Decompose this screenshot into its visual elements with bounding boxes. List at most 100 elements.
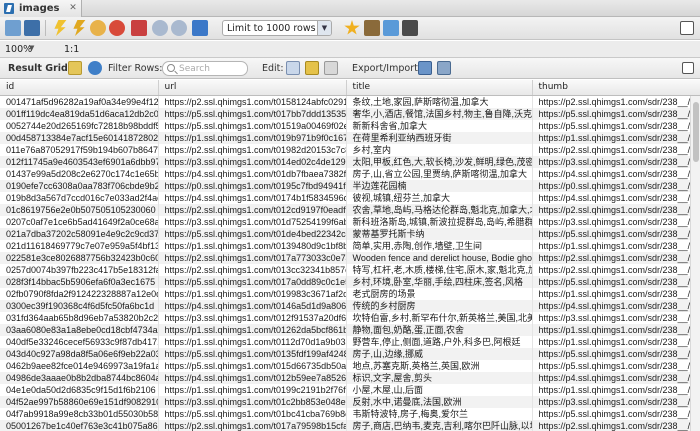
cell-url[interactable]: https://p2.ssl.qhimgs1.com/t01982d20153c…	[158, 143, 347, 156]
cell-id[interactable]: 04f52ae997b58860e69e151df9082910e	[0, 395, 159, 408]
table-row[interactable]: 028f3f14bbac5b5906efa6f0a3ec1675 https://…	[0, 275, 700, 288]
cell-id[interactable]: 001ff119dc4ea819da51d6aca12db2c0	[0, 107, 159, 120]
cell-id[interactable]: 022581e3ce8026887756b32423b0c60f	[0, 251, 159, 264]
cell-title[interactable]: 蒙蒂基罗托斯卡纳	[346, 227, 533, 240]
cell-thumb[interactable]: https://p2.ssl.qhimgs1.com/sdr/238__/t01…	[532, 203, 700, 216]
cell-id[interactable]: 012f11745a9e4603543ef6901a6dbb97	[0, 155, 159, 168]
cell-title[interactable]: 静物,面包,奶酪,蛋,正面,农舍	[346, 323, 533, 336]
filter-rows-search[interactable]: Search	[162, 61, 248, 76]
cell-title[interactable]: 地点,苏塞克斯,英格兰,英国,欧洲	[346, 359, 533, 372]
cell-title[interactable]: 太阳,甲板,红色,大,软长椅,沙发,鲜明,绿色,茂密,...	[346, 155, 533, 168]
cell-thumb[interactable]: https://p2.ssl.qhimgs1.com/sdr/238__/t01…	[532, 263, 700, 276]
open-folder-icon[interactable]	[5, 20, 21, 36]
rollback-icon[interactable]	[171, 20, 187, 36]
cell-thumb[interactable]: https://p5.ssl.qhimgs1.com/sdr/238__/t01…	[532, 107, 700, 120]
side-panel-toggle-icon[interactable]	[682, 62, 694, 74]
table-row[interactable]: 03aa6080e83a1a8ebe0cd18cbf4734a36 https:/…	[0, 323, 700, 336]
save-icon[interactable]	[24, 20, 40, 36]
cell-thumb[interactable]: https://p0.ssl.qhimgs1.com/sdr/238__/t01…	[532, 179, 700, 192]
column-header-url[interactable]: url	[158, 80, 347, 96]
toggle-autocommit-icon[interactable]	[131, 20, 147, 36]
cell-url[interactable]: https://p1.ssl.qhimgs1.com/t0199c2191b2f…	[158, 383, 347, 396]
table-row[interactable]: 001471af5d96282a19af0a34e99e4f12 https://…	[0, 95, 700, 108]
cell-id[interactable]: 04f7ab9918a99e8cb33b01d55030b583	[0, 407, 159, 420]
cell-id[interactable]: 001471af5d96282a19af0a34e99e4f12	[0, 95, 159, 108]
cell-url[interactable]: https://p1.ssl.qhimgs1.com/t019b971b9f0c…	[158, 131, 347, 144]
cell-id[interactable]: 04986de3aaae0b8b2dba8744bc8604af	[0, 371, 159, 384]
cell-title[interactable]: 条纹,土地,家园,萨斯喀彻温,加拿大	[346, 95, 533, 108]
cell-thumb[interactable]: https://p5.ssl.qhimgs1.com/sdr/238__/t01…	[532, 119, 700, 132]
cell-url[interactable]: https://p2.ssl.qhimgs1.com/t0158124abfc0…	[158, 95, 347, 108]
table-row[interactable]: 043d40c927a98da8f5a06e6f9eb22a03 https://…	[0, 347, 700, 360]
cell-url[interactable]: https://p4.ssl.qhimgs1.com/t01db7fbaea73…	[158, 167, 347, 180]
add-row-icon[interactable]	[305, 61, 319, 75]
cell-url[interactable]: https://p2.ssl.qhimgs1.com/t013cc32341b8…	[158, 263, 347, 276]
table-row[interactable]: 0052744e20d265169fc72818b98bddf5 https://…	[0, 119, 700, 132]
column-header-title[interactable]: title	[346, 80, 533, 96]
cell-thumb[interactable]: https://p3.ssl.qhimgs1.com/sdr/238__/t01…	[532, 155, 700, 168]
cell-id[interactable]: 028f3f14bbac5b5906efa6f0a3ec1675	[0, 275, 159, 288]
stop-icon[interactable]	[109, 20, 125, 36]
cell-url[interactable]: https://p2.ssl.qhimgs1.com/t012cd9197f0e…	[158, 203, 347, 216]
table-row[interactable]: 04986de3aaae0b8b2dba8744bc8604af https://…	[0, 371, 700, 384]
column-header-id[interactable]: id	[0, 80, 159, 96]
cell-thumb[interactable]: https://p5.ssl.qhimgs1.com/sdr/238__/t01…	[532, 227, 700, 240]
table-row[interactable]: 021d11618469779c7e07e959a5f4bf13 https://…	[0, 239, 700, 252]
cell-title[interactable]: 简单,实用,赤陶,创作,墙壁,卫生间	[346, 239, 533, 252]
result-grid-label[interactable]: Result Grid	[8, 63, 68, 74]
cell-thumb[interactable]: https://p1.ssl.qhimgs1.com/sdr/238__/t01…	[532, 131, 700, 144]
cell-url[interactable]: https://p3.ssl.qhimgs1.com/t01c2bb853e04…	[158, 395, 347, 408]
cell-thumb[interactable]: https://p3.ssl.qhimgs1.com/sdr/238__/t01…	[532, 395, 700, 408]
table-row[interactable]: 031fd364aab65b8d96eb7a53820b2c20 https://…	[0, 311, 700, 324]
cell-id[interactable]: 00d458713384e7acf15e60141872802c9	[0, 131, 159, 144]
table-row[interactable]: 012f11745a9e4603543ef6901a6dbb97 https://…	[0, 155, 700, 168]
cell-url[interactable]: https://p3.ssl.qhimgs1.com/t014ed02c4de1…	[158, 155, 347, 168]
cell-url[interactable]: https://p4.ssl.qhimgs1.com/t0174b1f58345…	[158, 191, 347, 204]
cell-thumb[interactable]: https://p3.ssl.qhimgs1.com/sdr/238__/t01…	[532, 215, 700, 228]
table-row[interactable]: 011e76a87052917f59b194b607b8647d https://…	[0, 143, 700, 156]
cell-id[interactable]: 0190efe7cc6308a0aa783f706cbde9b2	[0, 179, 159, 192]
column-header-thumb[interactable]: thumb	[532, 80, 700, 96]
cell-id[interactable]: 01c8619756e2e0b507505105230060	[0, 203, 159, 216]
cell-thumb[interactable]: https://p5.ssl.qhimgs1.com/sdr/238__/t01…	[532, 275, 700, 288]
table-row[interactable]: 04f52ae997b58860e69e151df9082910e https:/…	[0, 395, 700, 408]
cell-url[interactable]: https://p3.ssl.qhimgs1.com/t012f91537a20…	[158, 311, 347, 324]
cell-thumb[interactable]: https://p3.ssl.qhimgs1.com/sdr/238__/t01…	[532, 311, 700, 324]
cell-title[interactable]: 在荷里希利亚纳西班牙街	[346, 131, 533, 144]
cell-url[interactable]: https://p1.ssl.qhimgs1.com/t0139480d9c1b…	[158, 239, 347, 252]
cell-title[interactable]: 韦斯特波特,房子,梅奥,爱尔兰	[346, 407, 533, 420]
cell-url[interactable]: https://p4.ssl.qhimgs1.com/t0146a5d1d9a8…	[158, 299, 347, 312]
cell-title[interactable]: Wooden fence and derelict house, Bodie g…	[346, 251, 533, 264]
table-row[interactable]: 0462b9aee82fce014e9469973a19fa1af https:/…	[0, 359, 700, 372]
cell-title[interactable]: 半边莲花园楠	[346, 179, 533, 192]
table-row[interactable]: 019b8d3a567d7ccd016c7e033ad2f4ac https://…	[0, 191, 700, 204]
table-row[interactable]: 001ff119dc4ea819da51d6aca12db2c0 https://…	[0, 107, 700, 120]
table-row[interactable]: 021a7dba37202c58091e4e9c2c9cd374 https://…	[0, 227, 700, 240]
cell-url[interactable]: https://p2.ssl.qhimgs1.com/t017a773033c0…	[158, 251, 347, 264]
grid-view-icon[interactable]	[68, 61, 82, 75]
cell-title[interactable]: 房子,山,边缘,挪威	[346, 347, 533, 360]
commit-icon[interactable]	[152, 20, 168, 36]
table-row[interactable]: 040df5e33246cecef56933c9f87db4171 https:/…	[0, 335, 700, 348]
cell-thumb[interactable]: https://p2.ssl.qhimgs1.com/sdr/238__/t01…	[532, 251, 700, 264]
cell-url[interactable]: https://p5.ssl.qhimgs1.com/t01519a00469f…	[158, 119, 347, 132]
cell-thumb[interactable]: https://p2.ssl.qhimgs1.com/sdr/238__/t01…	[532, 143, 700, 156]
cell-thumb[interactable]: https://p1.ssl.qhimgs1.com/sdr/238__/t01…	[532, 287, 700, 300]
table-row[interactable]: 04e1e0da50d2d6835c9f15d1f6b2106 https://p…	[0, 383, 700, 396]
refresh-icon[interactable]	[88, 61, 102, 75]
cell-title[interactable]: 野营车,停止,侧面,道路,户外,科多巴,阿根廷	[346, 335, 533, 348]
cell-id[interactable]: 0462b9aee82fce014e9469973a19fa1af	[0, 359, 159, 372]
cell-url[interactable]: https://p5.ssl.qhimgs1.com/t01bc41cba769…	[158, 407, 347, 420]
cell-thumb[interactable]: https://p2.ssl.qhimgs1.com/sdr/238__/t01…	[532, 419, 700, 431]
cell-title[interactable]: 乡村,环境,卧室,华丽,手绘,四柱床,签名,风格	[346, 275, 533, 288]
cell-thumb[interactable]: https://p1.ssl.qhimgs1.com/sdr/238__/t01…	[532, 323, 700, 336]
cell-id[interactable]: 0300ec39f190368c4f6d5fc50fa6bc1d	[0, 299, 159, 312]
table-row[interactable]: 0207c0af7e1ce6b5ad41649f2a0ce68a4 https:/…	[0, 215, 700, 228]
tab-images[interactable]: images ✕	[0, 0, 82, 17]
cell-url[interactable]: https://p2.ssl.qhimgs1.com/t017a79598b15…	[158, 419, 347, 431]
cell-thumb[interactable]: https://p5.ssl.qhimgs1.com/sdr/238__/t01…	[532, 359, 700, 372]
chevron-down-icon[interactable]: ▼	[29, 44, 34, 52]
cell-url[interactable]: https://p1.ssl.qhimgs1.com/t0112d70d1a9b…	[158, 335, 347, 348]
cell-thumb[interactable]: https://p4.ssl.qhimgs1.com/sdr/238__/t01…	[532, 299, 700, 312]
table-row[interactable]: 04f7ab9918a99e8cb33b01d55030b583 https://…	[0, 407, 700, 420]
